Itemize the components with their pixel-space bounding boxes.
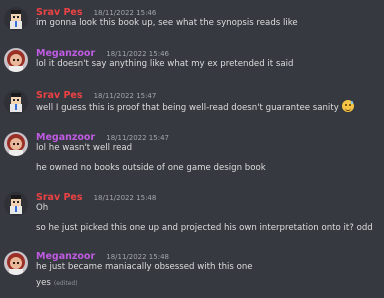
message-group: Meganzoor 18/11/2022 15:47 lol he wasn't… [0, 127, 384, 175]
message-text: he owned no books outside of one game de… [36, 163, 266, 173]
timestamp: 18/11/2022 15:46 [93, 9, 157, 17]
srav-avatar[interactable] [4, 192, 28, 216]
message-text-content: well I guess this is proof that being we… [36, 103, 339, 113]
meganzoor-avatar[interactable] [4, 251, 28, 275]
meganzoor-avatar[interactable] [4, 48, 28, 72]
timestamp: 18/11/2022 15:48 [93, 194, 157, 202]
message-text: Oh [36, 203, 49, 213]
message-text-content: yes [36, 278, 51, 288]
timestamp: 18/11/2022 15:48 [106, 253, 169, 261]
message-text: lol he wasn't well read [36, 143, 133, 153]
sweat-smile-emoji [341, 100, 354, 112]
message-group: Srav Pes 18/11/2022 15:48 Oh so he just … [0, 187, 384, 235]
meganzoor-avatar[interactable] [4, 132, 28, 156]
message-group: Srav Pes 18/11/2022 15:47 well I guess t… [0, 85, 384, 115]
message-text: yes (edited) [36, 277, 384, 290]
message-group: Meganzoor 18/11/2022 15:48 he just becam… [0, 246, 384, 290]
message-group: Meganzoor 18/11/2022 15:46 lol it doesn'… [0, 43, 384, 72]
timestamp: 18/11/2022 15:47 [93, 92, 157, 100]
timestamp: 18/11/2022 15:46 [106, 50, 169, 58]
message-text: im gonna look this book up, see what the… [36, 18, 298, 28]
message-group: Srav Pes 18/11/2022 15:46 im gonna look … [0, 2, 384, 31]
srav-avatar[interactable] [4, 90, 28, 114]
message-text: well I guess this is proof that being we… [36, 100, 384, 115]
message-text: he just became maniacally obsessed with … [36, 262, 253, 272]
edited-label: (edited) [53, 280, 78, 287]
message-text: so he just picked this one up and projec… [36, 223, 373, 233]
srav-avatar[interactable] [4, 7, 28, 31]
timestamp: 18/11/2022 15:47 [106, 134, 169, 142]
message-text: lol it doesn't say anything like what my… [36, 59, 294, 69]
